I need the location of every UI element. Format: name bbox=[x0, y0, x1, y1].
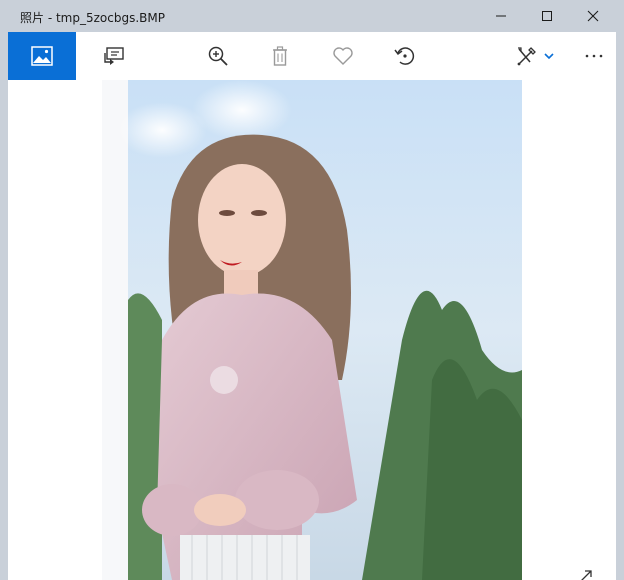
close-button[interactable] bbox=[570, 0, 616, 32]
image-canvas[interactable] bbox=[8, 80, 616, 580]
title-bar[interactable]: 照片 - tmp_5zocbgs.BMP bbox=[0, 0, 624, 32]
photo-image bbox=[102, 80, 522, 580]
minimize-button[interactable] bbox=[478, 0, 524, 32]
rotate-button[interactable] bbox=[385, 32, 425, 80]
window-border-right bbox=[616, 32, 624, 580]
delete-icon bbox=[273, 46, 287, 66]
window-border-left bbox=[0, 32, 8, 580]
slideshow-button[interactable] bbox=[94, 32, 134, 80]
slideshow-icon bbox=[104, 47, 124, 65]
photos-app-window: 照片 - tmp_5zocbgs.BMP bbox=[0, 0, 624, 580]
zoom-in-icon bbox=[208, 46, 228, 66]
rotate-icon bbox=[394, 47, 415, 65]
maximize-icon bbox=[542, 11, 552, 21]
delete-button[interactable] bbox=[260, 32, 300, 80]
full-screen-button[interactable] bbox=[570, 568, 600, 580]
edit-create-icon bbox=[517, 47, 536, 66]
chevron-down-icon bbox=[544, 53, 554, 60]
favorite-icon bbox=[333, 47, 353, 65]
more-button[interactable] bbox=[576, 32, 612, 80]
more-icon bbox=[585, 54, 603, 58]
expand-diagonal-icon bbox=[581, 570, 592, 580]
app-toolbar bbox=[8, 32, 616, 80]
edit-create-button[interactable] bbox=[510, 32, 560, 80]
displayed-photo bbox=[102, 80, 522, 580]
minimize-icon bbox=[496, 15, 506, 17]
view-photo-button[interactable] bbox=[8, 32, 76, 80]
favorite-button[interactable] bbox=[323, 32, 363, 80]
zoom-button[interactable] bbox=[198, 32, 238, 80]
photo-view-icon bbox=[31, 46, 53, 66]
maximize-button[interactable] bbox=[524, 0, 570, 32]
window-title: 照片 - tmp_5zocbgs.BMP bbox=[20, 11, 165, 25]
close-icon bbox=[587, 10, 599, 22]
